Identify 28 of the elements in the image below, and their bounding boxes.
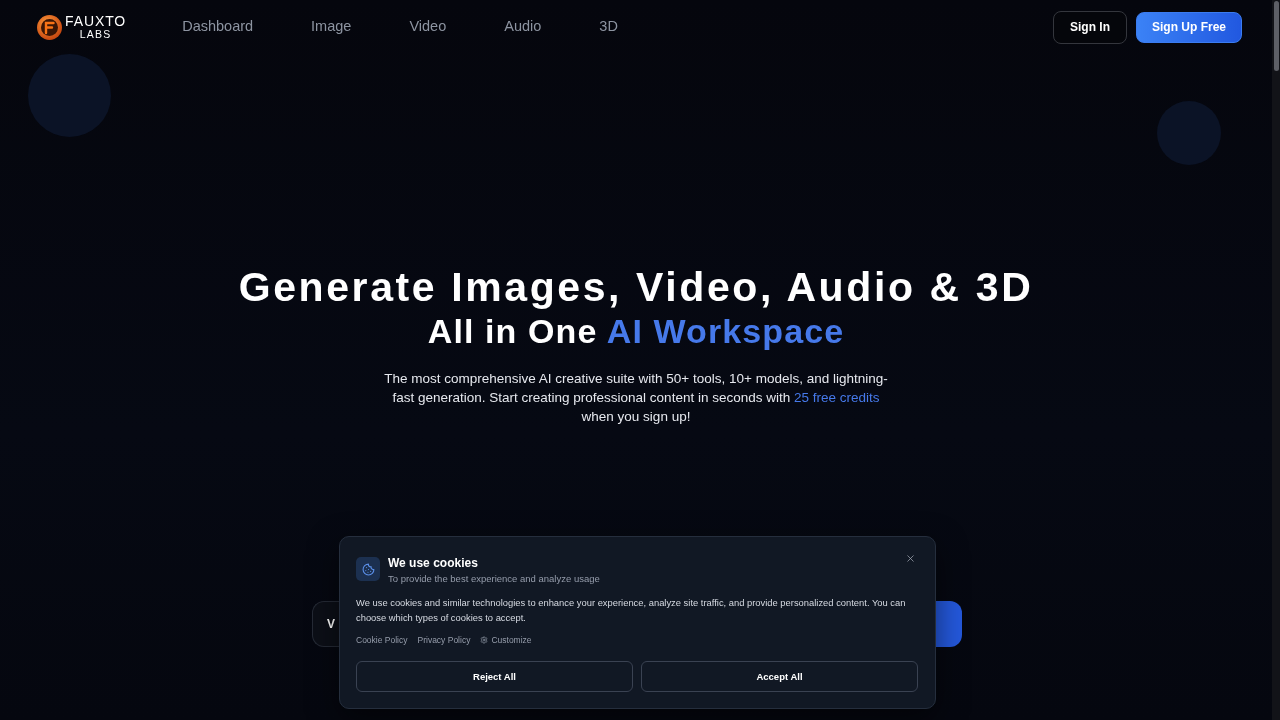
sign-up-button[interactable]: Sign Up Free bbox=[1136, 11, 1242, 43]
nav-link[interactable]: Dashboard bbox=[182, 16, 254, 38]
logo-name: FAUXTO bbox=[65, 14, 127, 29]
policy-link[interactable]: Cookie Policy bbox=[356, 635, 408, 645]
accept-all-button[interactable]: Accept All bbox=[641, 661, 918, 692]
nav-link[interactable]: Image bbox=[311, 16, 352, 38]
logo-icon bbox=[37, 14, 62, 40]
dialog-title: We use cookies bbox=[388, 556, 479, 571]
reject-all-button[interactable]: Reject All bbox=[356, 661, 633, 692]
dialog-subtitle: To provide the best experience and analyze usage bbox=[388, 572, 601, 585]
close-icon bbox=[905, 553, 916, 564]
dialog-body: We use cookies and similar technologies to enhance your experience, analyze site traffic, and provide personalized content. You can choose which types of cookies to accept. bbox=[356, 596, 907, 625]
settings-icon bbox=[480, 636, 489, 644]
cookie-icon bbox=[356, 557, 380, 581]
nav-link[interactable]: 3D bbox=[599, 16, 618, 38]
nav-link[interactable]: Video bbox=[409, 16, 447, 38]
hero-title: Generate Images, Video, Audio & 3D bbox=[238, 264, 1034, 310]
nav-link[interactable]: Audio bbox=[504, 16, 542, 38]
policy-link[interactable]: Privacy Policy bbox=[417, 635, 471, 645]
logo-tagline: LABS bbox=[79, 29, 112, 40]
generate-button[interactable] bbox=[934, 601, 962, 647]
sign-in-button[interactable]: Sign In bbox=[1053, 10, 1127, 44]
close-button[interactable] bbox=[905, 553, 916, 564]
scrollbar[interactable] bbox=[1272, 0, 1280, 720]
prompt-field[interactable]: V bbox=[312, 601, 339, 647]
hero-subtitle: All in One AI Workspace bbox=[427, 311, 845, 351]
customize-link[interactable]: Customize bbox=[480, 635, 532, 645]
hero-description: The most comprehensive AI creative suite with 50+ tools, 10+ models, and lightning-fast generation. Start creating professional content in seconds with 25 free credits when you sign up! bbox=[383, 370, 889, 426]
